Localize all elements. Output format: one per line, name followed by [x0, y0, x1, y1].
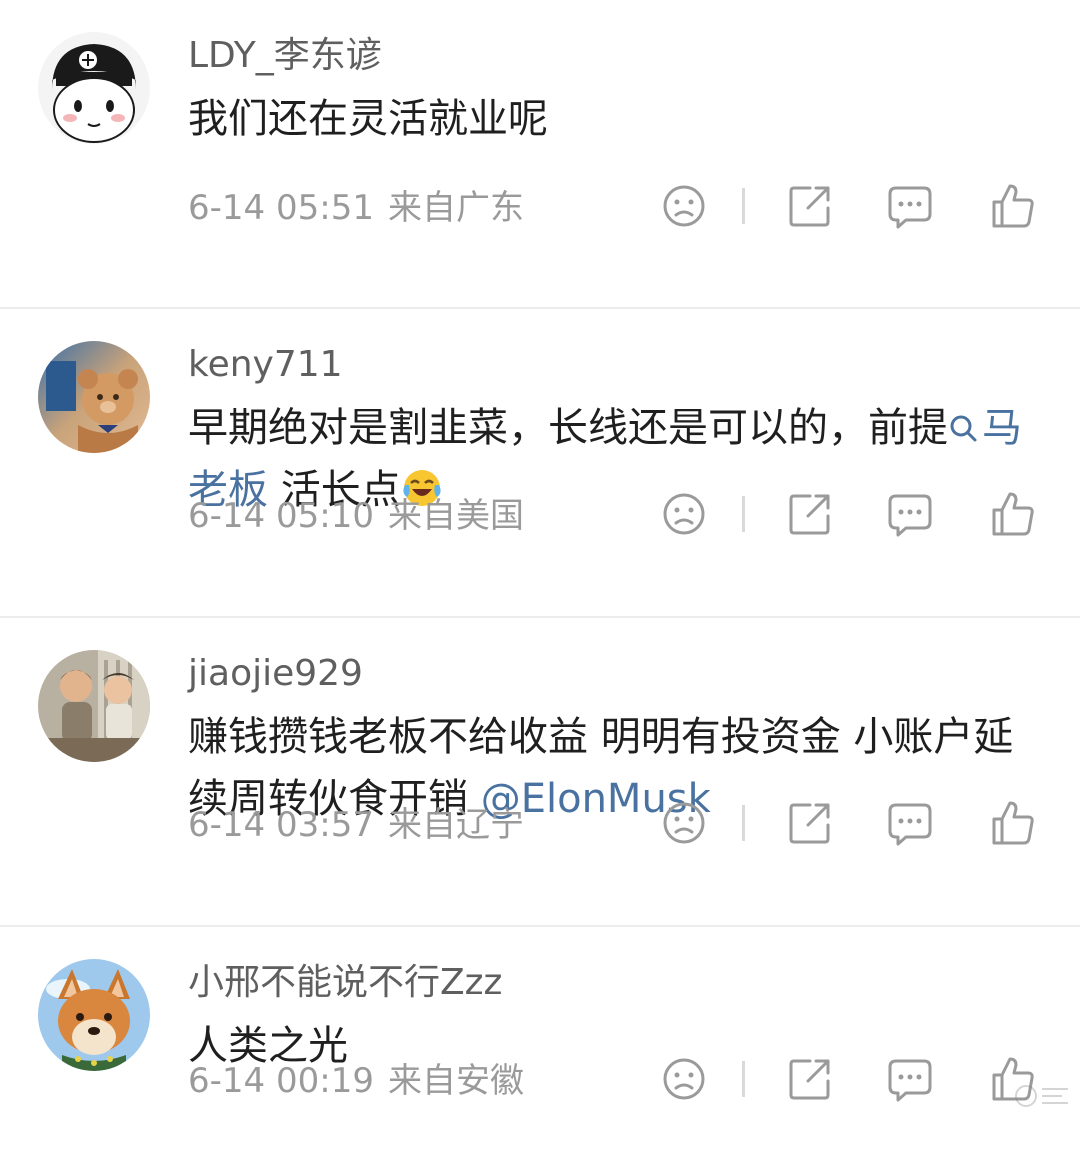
comment-text-part: 早期绝对是割韭菜，长线还是可以的，前提	[188, 405, 948, 451]
comment-time: 6-14 05:51	[188, 188, 374, 228]
watermark-icon	[1012, 1081, 1072, 1111]
share-icon[interactable]	[784, 180, 836, 232]
reply-icon[interactable]	[884, 1053, 936, 1105]
action-divider	[742, 496, 745, 532]
comment-time: 6-14 03:57	[188, 805, 374, 845]
avatar[interactable]	[38, 341, 150, 453]
comment-time: 6-14 00:19	[188, 1061, 374, 1101]
comment-location: 来自广东	[388, 188, 524, 228]
comment-location: 来自安徽	[388, 1061, 524, 1101]
avatar[interactable]	[38, 959, 150, 1071]
username[interactable]: LDY_李东谚	[188, 32, 382, 80]
comment-meta: 6-14 05:51 来自广东	[188, 186, 524, 230]
avatar[interactable]	[38, 650, 150, 762]
dislike-icon[interactable]	[658, 180, 710, 232]
comment-actions	[640, 797, 1060, 849]
dislike-icon[interactable]	[658, 488, 710, 540]
comment-location: 来自美国	[388, 496, 524, 536]
share-icon[interactable]	[784, 797, 836, 849]
comment-item: 小邢不能说不行Zzz 人类之光	[0, 927, 1080, 1172]
action-divider	[742, 805, 745, 841]
username[interactable]: jiaojie929	[188, 650, 363, 698]
comment-meta: 6-14 03:57 来自辽宁	[188, 803, 524, 847]
action-divider	[742, 1061, 745, 1097]
comment-text: 我们还在灵活就业呢	[188, 88, 1038, 150]
comment-location: 来自辽宁	[388, 805, 524, 845]
comment-time: 6-14 05:10	[188, 496, 374, 536]
action-divider	[742, 188, 745, 224]
username[interactable]: keny711	[188, 341, 343, 389]
like-icon[interactable]	[986, 488, 1038, 540]
comment-actions	[640, 1053, 1060, 1105]
comment-item: jiaojie929 赚钱攒钱老板不给收益 明明有投资金 小账户延续周转伙食开销…	[0, 618, 1080, 927]
comment-meta: 6-14 00:19 来自安徽	[188, 1059, 524, 1103]
avatar[interactable]	[38, 32, 150, 144]
dislike-icon[interactable]	[658, 1053, 710, 1105]
like-icon[interactable]	[986, 797, 1038, 849]
search-icon	[948, 413, 978, 443]
dislike-icon[interactable]	[658, 797, 710, 849]
share-icon[interactable]	[784, 1053, 836, 1105]
comment-actions	[640, 488, 1060, 540]
share-icon[interactable]	[784, 488, 836, 540]
comment-item: keny711 早期绝对是割韭菜，长线还是可以的，前提马老板 活长点	[0, 309, 1080, 618]
comment-item: LDY_李东谚 我们还在灵活就业呢 6-14 05:51 来自广东	[0, 0, 1080, 309]
reply-icon[interactable]	[884, 797, 936, 849]
username[interactable]: 小邢不能说不行Zzz	[188, 959, 502, 1007]
like-icon[interactable]	[986, 180, 1038, 232]
reply-icon[interactable]	[884, 180, 936, 232]
comment-actions	[640, 180, 1060, 232]
reply-icon[interactable]	[884, 488, 936, 540]
comment-meta: 6-14 05:10 来自美国	[188, 494, 524, 538]
